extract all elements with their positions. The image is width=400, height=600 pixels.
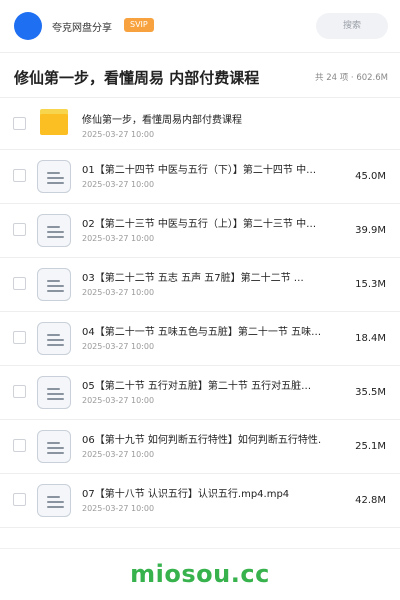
select-checkbox[interactable] xyxy=(13,385,26,398)
document-icon xyxy=(37,484,71,517)
list-item[interactable]: 02【第二十三节 中医与五行（上）】第二十三节 中… 2025-03-27 10… xyxy=(0,204,400,258)
item-name: 04【第二十一节 五味五色与五脏】第二十一节 五味… xyxy=(82,327,322,338)
select-checkbox[interactable] xyxy=(13,493,26,506)
item-size: 18.4M xyxy=(355,333,386,344)
select-checkbox[interactable] xyxy=(13,223,26,236)
item-date: 2025-03-27 10:00 xyxy=(82,288,155,297)
item-name: 06【第十九节 如何判断五行特性】如何判断五行特性… xyxy=(82,435,322,446)
item-size: 45.0M xyxy=(355,171,386,182)
item-date: 2025-03-27 10:00 xyxy=(82,234,155,243)
folder-title-bar: 修仙第一步，看懂周易 内部付费课程 共 24 项 · 602.6M xyxy=(0,52,400,98)
document-icon xyxy=(37,214,71,247)
document-icon xyxy=(37,268,71,301)
item-date: 2025-03-27 10:00 xyxy=(82,180,155,189)
list-item[interactable]: 修仙第一步，看懂周易内部付费课程 2025-03-27 10:00 xyxy=(0,98,400,150)
item-date: 2025-03-27 10:00 xyxy=(82,342,155,351)
list-item[interactable]: 05【第二十节 五行对五脏】第二十节 五行对五脏… 2025-03-27 10:… xyxy=(0,366,400,420)
search-input[interactable] xyxy=(316,13,388,39)
watermark: miosou.cc xyxy=(130,560,270,588)
list-item[interactable]: 03【第二十二节 五志 五声 五7脏】第二十二节 … 2025-03-27 10… xyxy=(0,258,400,312)
item-date: 2025-03-27 10:00 xyxy=(82,450,155,459)
select-checkbox[interactable] xyxy=(13,169,26,182)
item-size: 39.9M xyxy=(355,225,386,236)
list-item[interactable]: 04【第二十一节 五味五色与五脏】第二十一节 五味… 2025-03-27 10… xyxy=(0,312,400,366)
item-size: 15.3M xyxy=(355,279,386,290)
folder-icon xyxy=(40,109,68,135)
item-date: 2025-03-27 10:00 xyxy=(82,130,155,139)
item-name: 07【第十八节 认识五行】认识五行.mp4.mp4 xyxy=(82,489,290,500)
file-list: 修仙第一步，看懂周易内部付费课程 2025-03-27 10:00 01【第二十… xyxy=(0,98,400,528)
list-item[interactable]: 01【第二十四节 中医与五行（下）】第二十四节 中… 2025-03-27 10… xyxy=(0,150,400,204)
select-checkbox[interactable] xyxy=(13,277,26,290)
svip-badge: SVIP xyxy=(124,18,154,32)
document-icon xyxy=(37,376,71,409)
list-item[interactable]: 07【第十八节 认识五行】认识五行.mp4.mp4 2025-03-27 10:… xyxy=(0,474,400,528)
item-date: 2025-03-27 10:00 xyxy=(82,396,155,405)
select-checkbox[interactable] xyxy=(13,117,26,130)
item-date: 2025-03-27 10:00 xyxy=(82,504,155,513)
item-name: 修仙第一步，看懂周易内部付费课程 xyxy=(82,115,242,126)
app-header: 夸克网盘分享 SVIP xyxy=(0,0,400,52)
item-size: 42.8M xyxy=(355,495,386,506)
document-icon xyxy=(37,430,71,463)
select-checkbox[interactable] xyxy=(13,331,26,344)
page-title: 修仙第一步，看懂周易 内部付费课程 xyxy=(14,69,260,87)
item-name: 05【第二十节 五行对五脏】第二十节 五行对五脏… xyxy=(82,381,312,392)
folder-summary: 共 24 项 · 602.6M xyxy=(315,73,388,83)
item-name: 03【第二十二节 五志 五声 五7脏】第二十二节 … xyxy=(82,273,304,284)
select-checkbox[interactable] xyxy=(13,439,26,452)
item-name: 01【第二十四节 中医与五行（下）】第二十四节 中… xyxy=(82,165,317,176)
document-icon xyxy=(37,160,71,193)
item-size: 35.5M xyxy=(355,387,386,398)
item-size: 25.1M xyxy=(355,441,386,452)
user-avatar[interactable] xyxy=(14,12,42,40)
item-name: 02【第二十三节 中医与五行（上）】第二十三节 中… xyxy=(82,219,317,230)
list-item[interactable]: 06【第十九节 如何判断五行特性】如何判断五行特性… 2025-03-27 10… xyxy=(0,420,400,474)
document-icon xyxy=(37,322,71,355)
username: 夸克网盘分享 xyxy=(52,23,112,34)
